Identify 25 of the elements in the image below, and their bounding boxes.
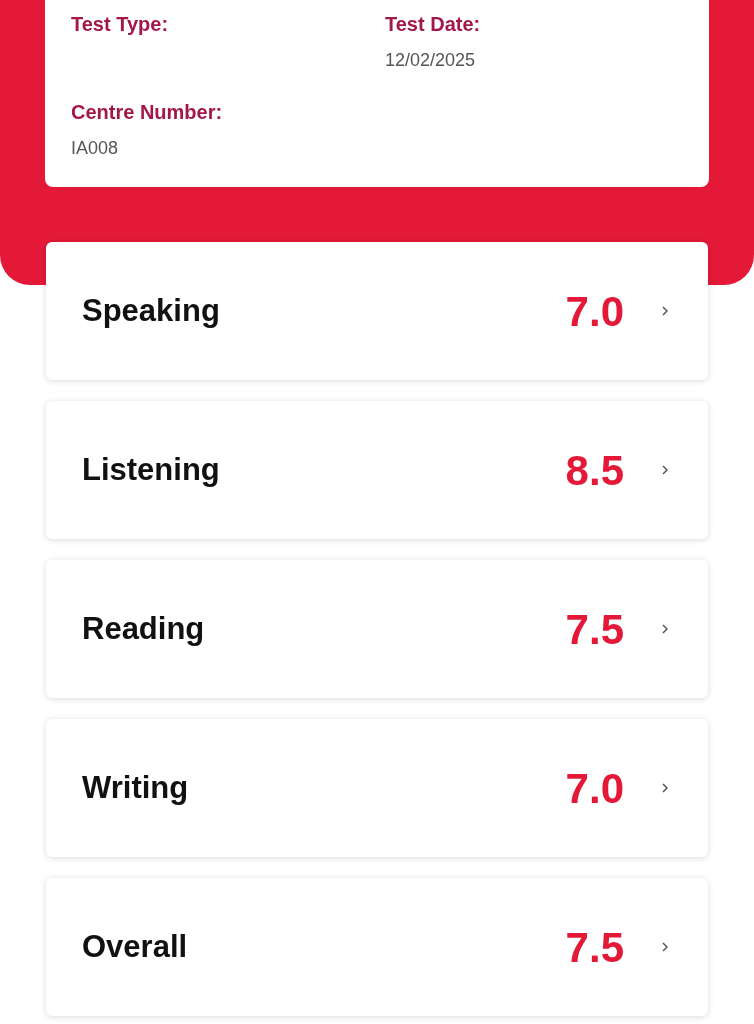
section-name: Reading	[82, 609, 206, 648]
chevron-right-icon	[662, 942, 668, 952]
chevron-right-icon	[662, 624, 668, 634]
score-card[interactable]: Overall 7.5	[46, 878, 708, 1016]
chevron-right-icon	[662, 306, 668, 316]
field-label: Test Date:	[385, 12, 481, 37]
field-value: IA008	[71, 137, 119, 160]
section-name: Writing	[82, 768, 190, 807]
section-name: Listening	[82, 450, 221, 489]
score-card[interactable]: Writing 7.0	[46, 719, 708, 857]
score-card[interactable]: Reading 7.5	[46, 560, 708, 698]
score-card[interactable]: Listening 8.5	[46, 401, 708, 539]
section-name: Speaking	[82, 291, 221, 330]
chevron-right-icon	[662, 783, 668, 793]
section-name: Overall	[82, 927, 189, 966]
band-score: 7.0	[565, 763, 624, 814]
field-value: 12/02/2025	[385, 49, 476, 72]
chevron-right-icon	[662, 465, 668, 475]
field-label: Centre Number:	[71, 100, 223, 125]
field-label: Test Type:	[71, 12, 169, 37]
band-score: 8.5	[565, 445, 624, 496]
band-score: 7.5	[565, 604, 624, 655]
score-card[interactable]: Speaking 7.0	[46, 242, 708, 380]
band-score: 7.5	[565, 922, 624, 973]
band-score: 7.0	[565, 286, 624, 337]
